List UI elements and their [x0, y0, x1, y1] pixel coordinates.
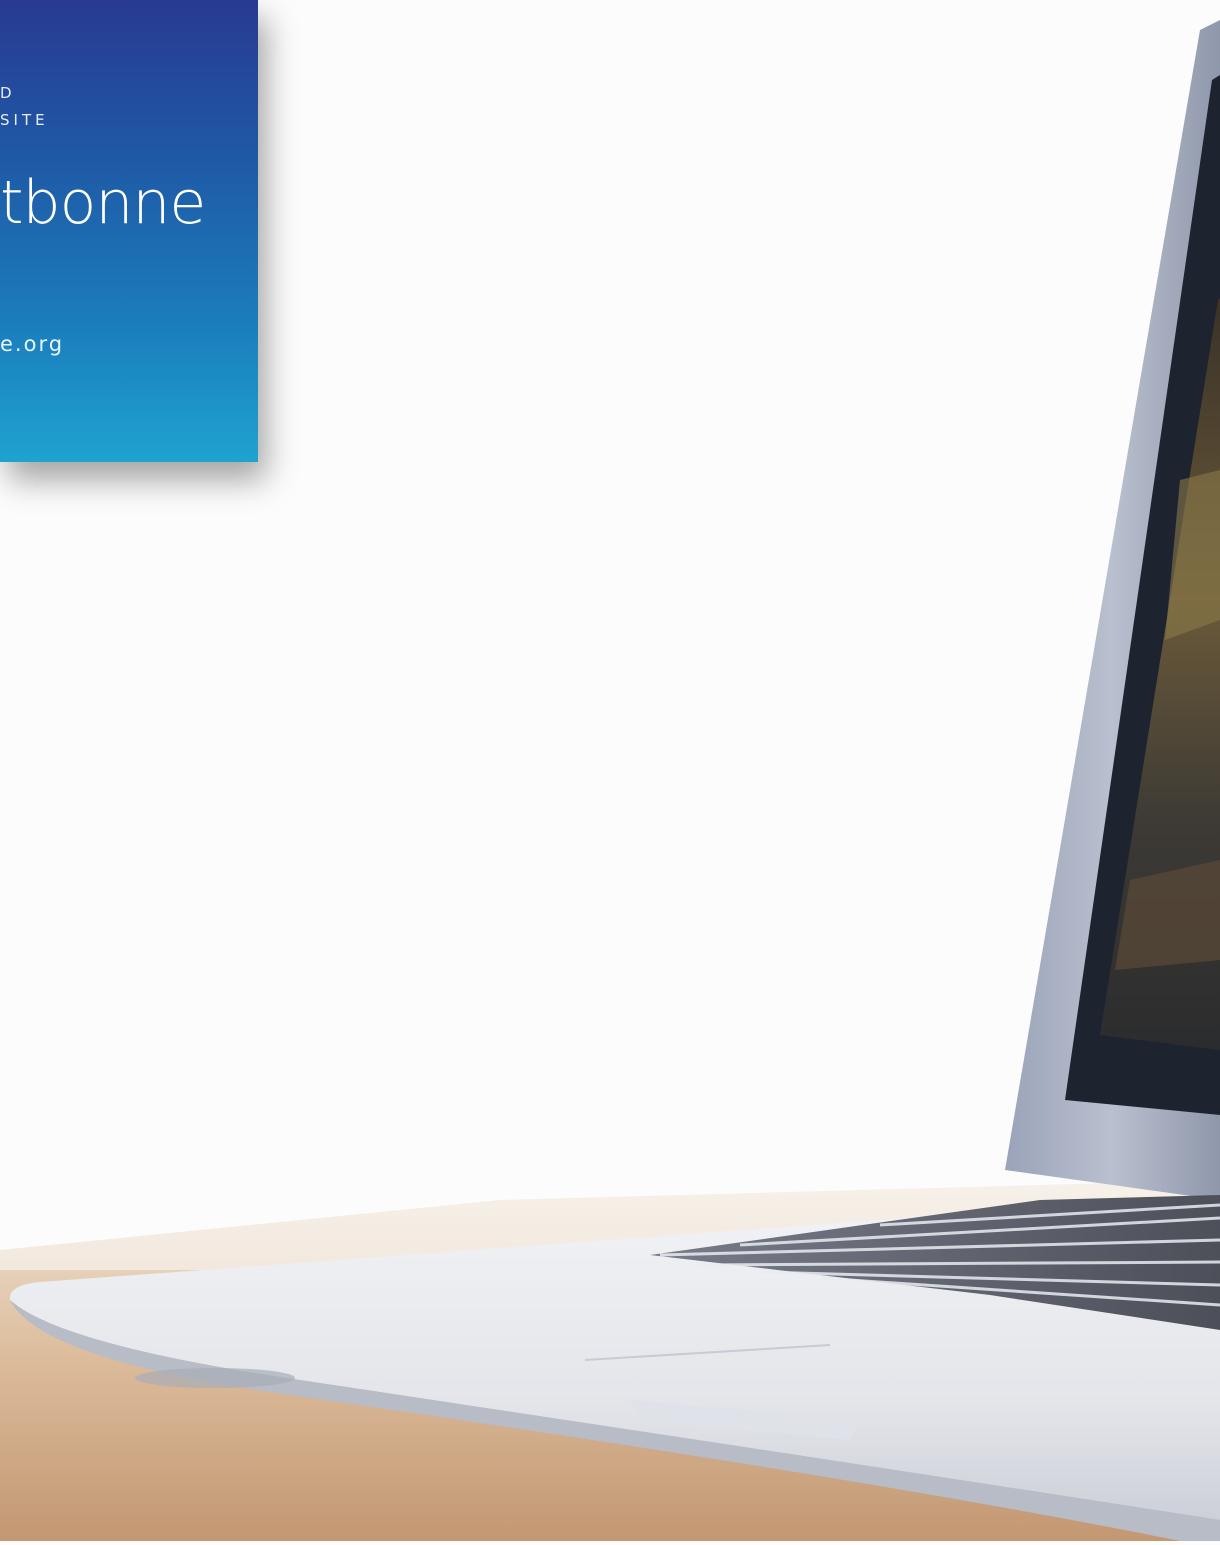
card-title: tbonne — [0, 168, 206, 238]
card-url[interactable]: e.org — [0, 332, 64, 356]
card-eyebrow: D SITE — [0, 84, 49, 129]
promo-card: D SITE tbonne e.org — [0, 0, 258, 462]
